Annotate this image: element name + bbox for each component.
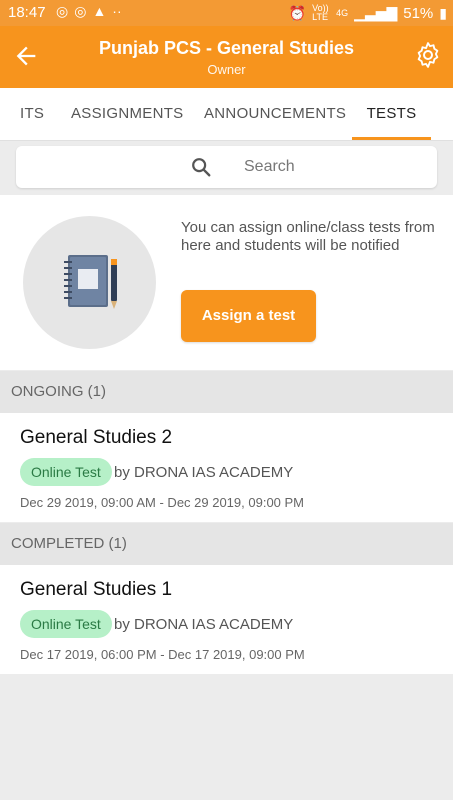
signal-icon: ▁▃▅▇: [354, 4, 398, 21]
alarm-icon: ⏰: [288, 4, 307, 21]
signal-label: 4G: [336, 8, 349, 18]
test-type-badge: Online Test: [20, 610, 112, 638]
search-bar[interactable]: Search: [16, 146, 437, 188]
warning-icon: ▲: [92, 3, 107, 19]
notebook-icon: [64, 255, 117, 309]
status-time: 18:47: [8, 4, 46, 21]
status-bar: 18:47 ◎ ◎ ▲ ·· ⏰ Vo)) LTE 4G ▁▃▅▇ 51% ▮: [0, 0, 453, 26]
app-notification-icon: ◎: [74, 3, 87, 19]
section-header-completed: COMPLETED (1): [0, 523, 453, 565]
battery-percent: 51%: [403, 4, 434, 22]
app-bar: Punjab PCS - General Studies Owner: [0, 26, 453, 88]
network-label: Vo)) LTE: [312, 3, 329, 22]
assign-test-description: You can assign online/class tests from h…: [181, 219, 435, 254]
notification-icons: ◎ ◎ ▲ ··: [56, 3, 122, 20]
test-card[interactable]: General Studies 1 Online Test by DRONA I…: [0, 565, 453, 674]
gear-icon[interactable]: [413, 40, 443, 70]
tab-tests[interactable]: TESTS: [352, 88, 431, 140]
search-input[interactable]: Search: [244, 158, 295, 176]
tab-announcements[interactable]: ANNOUNCEMENTS: [204, 88, 346, 140]
tab-assignments[interactable]: ASSIGNMENTS: [71, 88, 183, 140]
page-subtitle: Owner: [207, 62, 246, 77]
test-name: General Studies 1: [20, 579, 173, 600]
page-title: Punjab PCS - General Studies: [98, 38, 355, 58]
more-icon: ··: [112, 3, 122, 19]
test-dates: Dec 17 2019, 06:00 PM - Dec 17 2019, 09:…: [20, 647, 305, 662]
test-author: by DRONA IAS ACADEMY: [114, 616, 294, 633]
test-author: by DRONA IAS ACADEMY: [114, 464, 294, 481]
tab-students[interactable]: ITS: [20, 88, 44, 140]
test-type-badge: Online Test: [20, 458, 112, 486]
battery-icon: ▮: [439, 4, 447, 21]
status-right: ⏰ Vo)) LTE 4G ▁▃▅▇ 51% ▮: [289, 4, 447, 22]
test-name: General Studies 2: [20, 427, 173, 448]
test-dates: Dec 29 2019, 09:00 AM - Dec 29 2019, 09:…: [20, 495, 305, 510]
assign-test-card: You can assign online/class tests from h…: [0, 195, 453, 370]
assign-test-button[interactable]: Assign a test: [181, 290, 316, 342]
section-header-ongoing: ONGOING (1): [0, 371, 453, 413]
search-icon: [192, 158, 211, 177]
tab-bar: ITS ASSIGNMENTS ANNOUNCEMENTS TESTS: [0, 88, 453, 141]
test-card[interactable]: General Studies 2 Online Test by DRONA I…: [0, 413, 453, 522]
whatsapp-icon: ◎: [56, 3, 69, 19]
active-tab-indicator: [352, 137, 431, 140]
